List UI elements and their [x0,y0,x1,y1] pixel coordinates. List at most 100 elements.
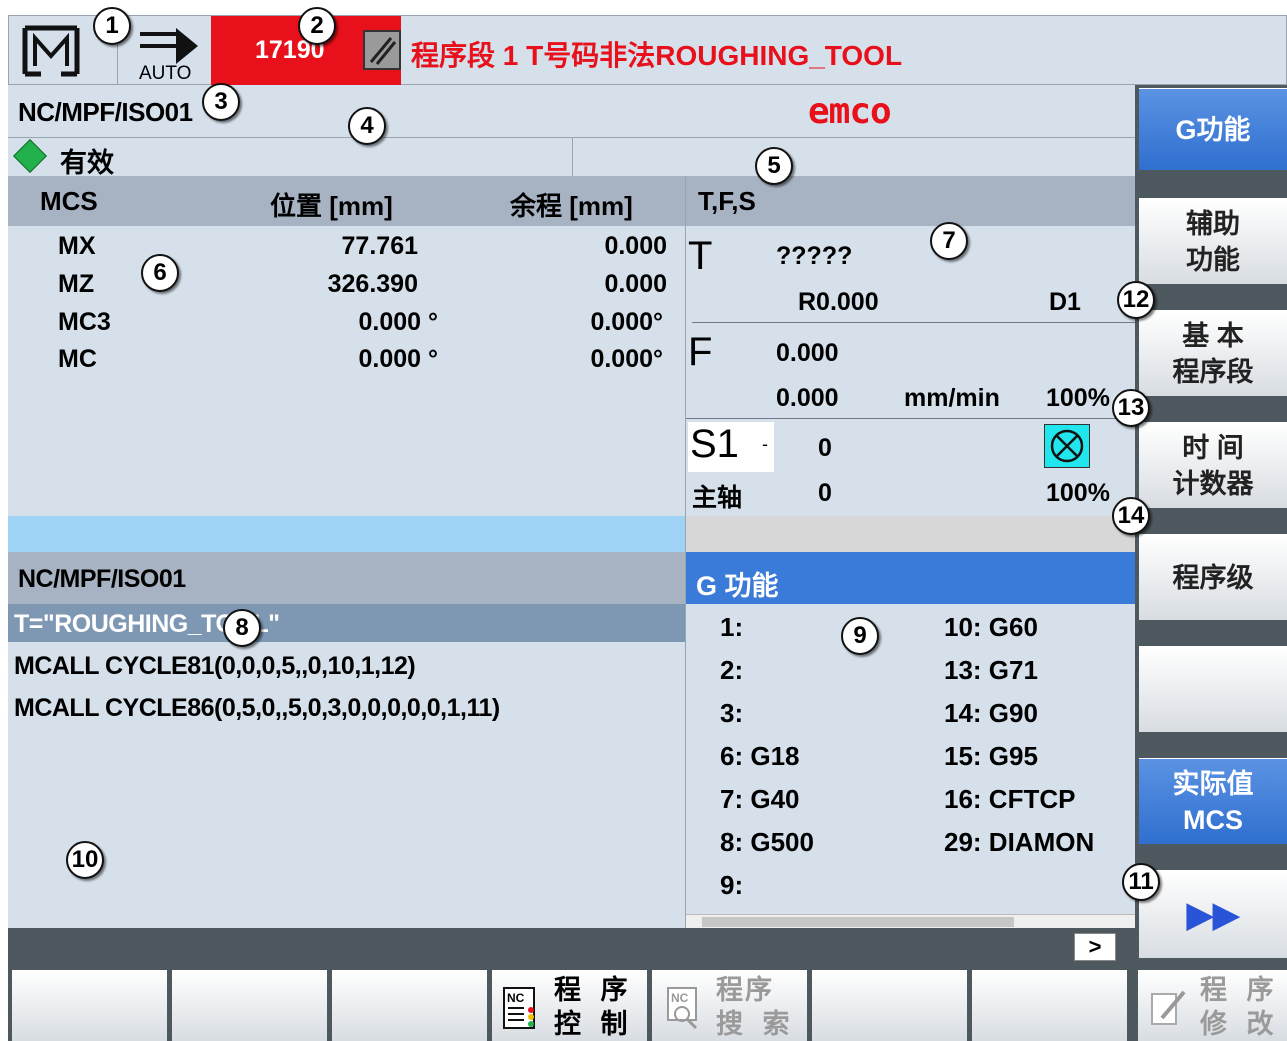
softkey-g-function[interactable]: G功能 [1139,88,1287,170]
callout-marker: 2 [298,7,336,45]
feed-setpoint: 0.000 [776,384,839,412]
softkey-time-counter[interactable]: 时 间 计数器 [1139,422,1287,508]
position-footer [8,516,685,552]
callout-marker: 5 [755,147,793,185]
axis-name: MC [58,345,97,373]
g-group-item: 7: G40 [720,784,800,814]
spindle-label: S1 [690,422,739,466]
axis-distance: 0.000° [590,345,663,373]
softkey-label: 控 制 [554,1009,634,1039]
arrow-right-icon [140,28,198,64]
softkey-program-level[interactable]: 程序级 [1139,534,1287,620]
g-group-item: 29: DIAMON [944,827,1095,857]
program-line[interactable]: MCALL CYCLE81(0,0,0,5,,0,10,1,12) [14,652,416,681]
softkey-label: 程 序 [554,975,634,1005]
spindle-name: 主轴 [692,484,743,512]
callout-marker: 13 [1112,389,1150,427]
softkey-label: 程序级 [1172,562,1254,593]
softkey-label: 程序 [716,975,774,1005]
callout-marker: 8 [223,609,261,647]
feed-label: F [688,330,713,374]
column-header-mcs: MCS [40,186,98,216]
axis-name: MZ [58,270,95,298]
g-group-item: 15: G95 [944,741,1038,771]
softkey-h6[interactable] [812,970,967,1041]
header-bar: AUTO 17190 程序段 1 T号码非法ROUGHING_TOOL [8,15,1287,86]
position-header: MCS 位置 [mm] 余程 [mm] [8,176,685,226]
callout-marker: 10 [66,841,104,879]
softkey-label: 修 改 [1200,1009,1280,1039]
softkey-label: 程序段 [1172,356,1254,387]
axis-position: 0.000 ° [358,345,438,373]
spindle-stopped-icon [1044,424,1090,468]
feed-override: 100% [1046,384,1110,412]
g-group-item: 1: [720,612,744,642]
g-group-item: 13: G71 [944,655,1038,685]
axis-name: MC3 [58,308,111,336]
program-panel[interactable]: NC/MPF/ISO01 T="ROUGHING_TOOL" MCALL CYC… [8,552,685,928]
alarm-cancel-icon[interactable] [363,30,401,70]
softkey-program-search[interactable]: NC 程序 搜 索 [652,970,807,1041]
feed-actual: 0.000 [776,339,839,367]
machine-mode-icon [22,25,80,77]
callout-marker: 6 [141,254,179,292]
softkey-next-page[interactable]: ▶▶ [1139,870,1287,958]
status-text: 有效 [60,148,114,178]
axis-position: 326.390 [327,270,418,298]
softkey-basic-block[interactable]: 基 本 程序段 [1139,310,1287,396]
softkey-label: 计数器 [1172,468,1254,499]
pencil-edit-icon [1151,990,1186,1025]
softkey-actual-value-mcs[interactable]: 实际值 MCS [1139,758,1287,844]
spindle-override: 100% [1046,479,1110,507]
g-function-panel[interactable]: G 功能 1: 2: 3: 6: G18 7: G40 8: G500 9: 1… [685,552,1136,928]
status-diamond-icon [13,139,47,173]
softkey-h1[interactable] [12,970,167,1041]
softkey-label: 基 本 [1182,320,1244,351]
g-group-item: 2: [720,655,744,685]
program-path: NC/MPF/ISO01 [18,97,193,127]
chevron-down-icon: - [762,434,768,454]
spindle-value: 0 [818,479,832,507]
tfs-panel[interactable]: T,F,S T ????? R0.000 D1 F 0.000 0.000 mm… [685,176,1136,552]
program-path-row: NC/MPF/ISO01 emco [8,85,1135,138]
tool-radius: R0.000 [798,288,879,316]
tool-name: ????? [776,242,853,270]
double-arrow-right-icon: ▶▶ [1186,895,1240,934]
softkey-h3[interactable] [332,970,487,1041]
softkey-label: 功能 [1186,244,1240,275]
softkey-auxiliary-function[interactable]: 辅助 功能 [1139,198,1287,284]
spindle-select[interactable]: S1 - [688,422,774,472]
position-panel[interactable]: MCS 位置 [mm] 余程 [mm] MX 77.761 0.000 MZ 3… [8,176,685,516]
column-header-distance: 余程 [mm] [510,191,633,221]
softkey-label: 实际值 [1172,768,1254,799]
program-header: NC/MPF/ISO01 [8,552,685,604]
program-line[interactable]: MCALL CYCLE86(0,5,0,,5,0,3,0,0,0,0,0,1,1… [14,694,500,723]
g-group-item: 10: G60 [944,612,1038,642]
more-button[interactable]: > [1074,933,1116,961]
g-function-title: G 功能 [696,571,779,601]
tfs-header: T,F,S [686,176,1136,226]
horizontal-scrollbar[interactable] [686,914,1136,928]
scrollbar-thumb[interactable] [702,917,1014,927]
softkey-program-edit[interactable]: 程 序 修 改 [1138,970,1287,1041]
softkey-program-control[interactable]: NC 程 序 控 制 [492,970,647,1041]
g-function-header: G 功能 [686,552,1136,604]
program-path: NC/MPF/ISO01 [18,565,186,593]
callout-marker: 9 [841,617,879,655]
spindle-speed: 0 [818,434,832,462]
g-group-item: 16: CFTCP [944,784,1076,814]
softkey-label: 辅助 [1186,208,1240,239]
softkey-empty[interactable] [1139,646,1287,732]
softkey-h2[interactable] [172,970,327,1041]
callout-marker: 4 [348,107,386,145]
nc-program-control-icon: NC [503,987,535,1029]
softkey-h7[interactable] [972,970,1127,1041]
callout-marker: 11 [1122,863,1160,901]
column-header-position: 位置 [mm] [270,191,393,221]
nc-search-icon: NC [667,987,698,1030]
callout-marker: 7 [930,222,968,260]
svg-text:NC: NC [507,991,525,1005]
g-group-item: 6: G18 [720,741,800,771]
axis-distance: 0.000° [590,308,663,336]
axis-distance: 0.000 [604,232,667,260]
